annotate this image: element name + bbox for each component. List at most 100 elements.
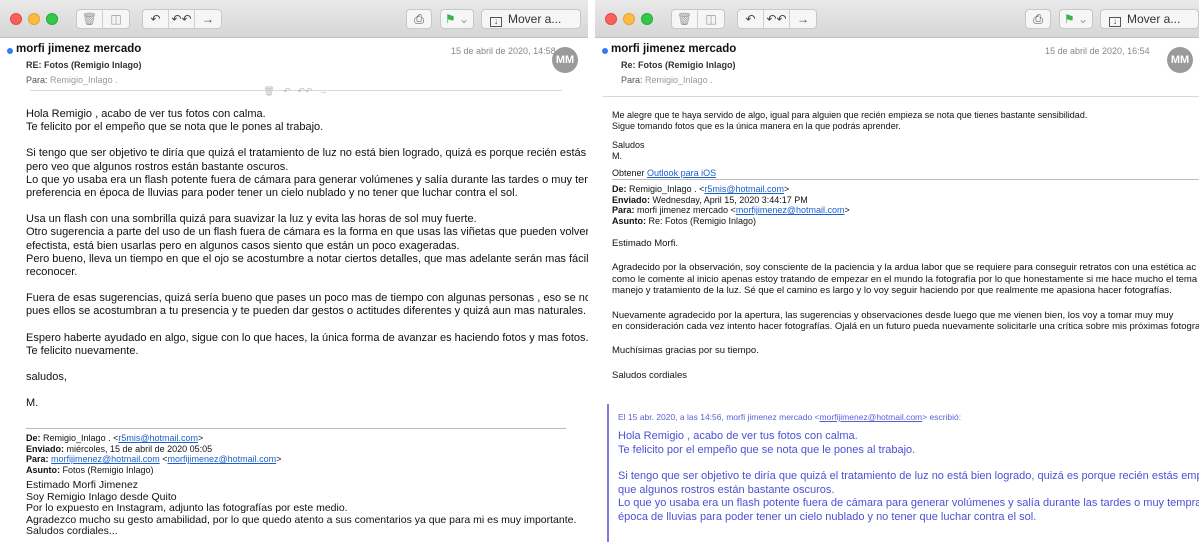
forwarded-header: De: Remigio_Inlago . <r5mis@hotmail.com>… bbox=[612, 184, 850, 226]
asunto-value: Fotos (Remigio Inlago) bbox=[62, 464, 154, 475]
para-name: morfi jimenez mercado < bbox=[637, 205, 736, 216]
para-email-link[interactable]: morfijimenez@hotmail.com bbox=[736, 205, 845, 215]
message-header: morfi jimenez mercado Re: Fotos (Remigio… bbox=[595, 38, 1199, 98]
asunto-value: Re: Fotos (Remigio Inlago) bbox=[648, 215, 757, 226]
signature-line: Obtener Outlook para iOS bbox=[612, 168, 716, 179]
unread-dot-icon bbox=[7, 48, 13, 54]
body-line: M. bbox=[26, 397, 39, 410]
intro-line: M. bbox=[612, 151, 622, 161]
reply-line: en consideración cada vez intento hacer … bbox=[612, 321, 1199, 333]
trash-icon[interactable]: 🗑 bbox=[672, 10, 698, 28]
quote-line: que algunos rostros están bastante oscur… bbox=[618, 483, 835, 496]
chevron-down-icon: ⌄ bbox=[1078, 12, 1089, 26]
toolbar: 🗑 ◫ ↶ ↶↶ → ⎙ ⚑ ⌄ ↓ Mover a... bbox=[595, 0, 1199, 38]
move-to-button[interactable]: ↓ Mover a... bbox=[1100, 9, 1199, 29]
move-to-label: Mover a... bbox=[1127, 12, 1181, 26]
minimize-window-button[interactable] bbox=[623, 13, 635, 25]
de-email-link[interactable]: r5mis@hotmail.com bbox=[704, 184, 784, 194]
avatar: MM bbox=[552, 47, 578, 73]
move-icon: ↓ bbox=[490, 17, 502, 27]
reply-icon[interactable]: ↶ bbox=[278, 86, 296, 97]
reply-all-icon[interactable]: ↶↶ bbox=[764, 10, 790, 28]
de-end: > bbox=[197, 433, 204, 443]
forward-divider bbox=[612, 179, 1199, 180]
reply-all-icon[interactable]: ↶↶ bbox=[169, 10, 195, 28]
chevron-down-icon: ⌄ bbox=[459, 12, 470, 26]
reply-all-icon[interactable]: ↶↶ bbox=[296, 86, 314, 97]
close-window-button[interactable] bbox=[605, 13, 617, 25]
quote-line: Hola Remigio , acabo de ver tus fotos co… bbox=[618, 430, 858, 442]
body-line: Te felicito por el empeño que se nota qu… bbox=[26, 121, 324, 134]
de-name: Remigio_Inlago . < bbox=[629, 184, 705, 194]
recipient-line: Para: Remigio_Inlago . bbox=[621, 75, 713, 85]
recipient-name[interactable]: Remigio_Inlago . bbox=[645, 75, 713, 85]
forwarded-header: De: Remigio_Inlago . <r5mis@hotmail.com>… bbox=[26, 433, 281, 475]
printer-icon: ⎙ bbox=[414, 12, 424, 26]
de-name: Remigio_Inlago . < bbox=[43, 433, 119, 443]
flag-button[interactable]: ⚑ ⌄ bbox=[440, 9, 474, 29]
forward-icon[interactable]: → bbox=[314, 86, 332, 97]
print-button[interactable]: ⎙ bbox=[406, 9, 432, 29]
reply-line: Estimado Morfi. bbox=[612, 238, 678, 249]
para-label: Para: bbox=[26, 454, 49, 465]
para-email-link-2[interactable]: morfijimenez@hotmail.com bbox=[167, 454, 276, 464]
quote-body: Hola Remigio , acabo de ver tus fotos co… bbox=[618, 430, 1199, 524]
de-email-link[interactable]: r5mis@hotmail.com bbox=[118, 433, 198, 443]
close-window-button[interactable] bbox=[10, 13, 22, 25]
reply-line: manejo y tratamiento de la luz. Sé que e… bbox=[612, 285, 1172, 297]
recipient-name[interactable]: Remigio_Inlago . bbox=[50, 75, 118, 85]
body-line: Hola Remigio , acabo de ver tus fotos co… bbox=[26, 108, 266, 120]
para-email-link[interactable]: morfijimenez@hotmail.com bbox=[51, 454, 160, 464]
message-intro: Me alegre que te haya servido de algo, i… bbox=[612, 110, 1087, 162]
quote-email-link[interactable]: morfijimenez@hotmail.com bbox=[820, 412, 923, 422]
obtener-label: Obtener bbox=[612, 168, 645, 178]
enviado-value: Wednesday, April 15, 2020 3:44:17 PM bbox=[652, 194, 808, 205]
trash-icon[interactable]: 🗑 bbox=[77, 10, 103, 28]
zoom-window-button[interactable] bbox=[641, 13, 653, 25]
message-body: Hola Remigio , acabo de ver tus fotos co… bbox=[26, 108, 588, 410]
reply-icon[interactable]: ↶ bbox=[738, 10, 764, 28]
forward-icon[interactable]: → bbox=[195, 10, 221, 28]
minimize-window-button[interactable] bbox=[28, 13, 40, 25]
sender-name[interactable]: morfi jimenez mercado bbox=[611, 43, 736, 55]
header-divider bbox=[603, 96, 1199, 97]
trash-icon[interactable]: 🗑 bbox=[260, 86, 278, 97]
archive-icon[interactable]: ◫ bbox=[698, 10, 724, 28]
forward-icon[interactable]: → bbox=[790, 10, 816, 28]
intro-line: Saludos bbox=[612, 140, 645, 150]
zoom-window-button[interactable] bbox=[46, 13, 58, 25]
reply-line: Agradecido por la observación, soy consc… bbox=[612, 262, 1197, 274]
forwarded-line: Estimado Morfi Jimenez bbox=[26, 479, 139, 491]
sender-name[interactable]: morfi jimenez mercado bbox=[16, 43, 141, 55]
print-button[interactable]: ⎙ bbox=[1025, 9, 1051, 29]
para-end: > bbox=[276, 454, 282, 465]
reply-body: Estimado Morfi. Agradecido por la observa… bbox=[612, 238, 1199, 381]
hover-actions: 🗑 ↶ ↶↶ → bbox=[260, 86, 332, 97]
enviado-value: miércoles, 15 de abril de 2020 05:05 bbox=[66, 443, 213, 454]
reply-icon[interactable]: ↶ bbox=[143, 10, 169, 28]
body-line: Espero haberte ayudado en algo, sigue co… bbox=[26, 331, 588, 344]
asunto-label: Asunto: bbox=[612, 215, 646, 226]
toolbar: 🗑 ◫ ↶ ↶↶ → ⎙ ⚑ ⌄ ↓ Mover a... bbox=[0, 0, 588, 38]
delete-archive-group: 🗑 ◫ bbox=[76, 9, 130, 29]
archive-icon[interactable]: ◫ bbox=[103, 10, 129, 28]
body-line: Te felicito nuevamente. bbox=[26, 344, 139, 357]
message-subject: RE: Fotos (Remigio Inlago) bbox=[26, 60, 142, 70]
body-line: preferencia en época de lluvias para pod… bbox=[26, 187, 518, 200]
outlook-ios-link[interactable]: Outlook para iOS bbox=[647, 168, 716, 178]
email-window-right: 🗑 ◫ ↶ ↶↶ → ⎙ ⚑ ⌄ ↓ Mover a... morfi jimen… bbox=[595, 0, 1199, 542]
flag-button[interactable]: ⚑ ⌄ bbox=[1059, 9, 1093, 29]
unread-dot-icon bbox=[602, 48, 608, 54]
move-to-button[interactable]: ↓ Mover a... bbox=[481, 9, 581, 29]
flag-icon: ⚑ bbox=[1063, 12, 1075, 26]
reply-line: como le comente al inicio apenas estoy t… bbox=[612, 273, 1198, 285]
